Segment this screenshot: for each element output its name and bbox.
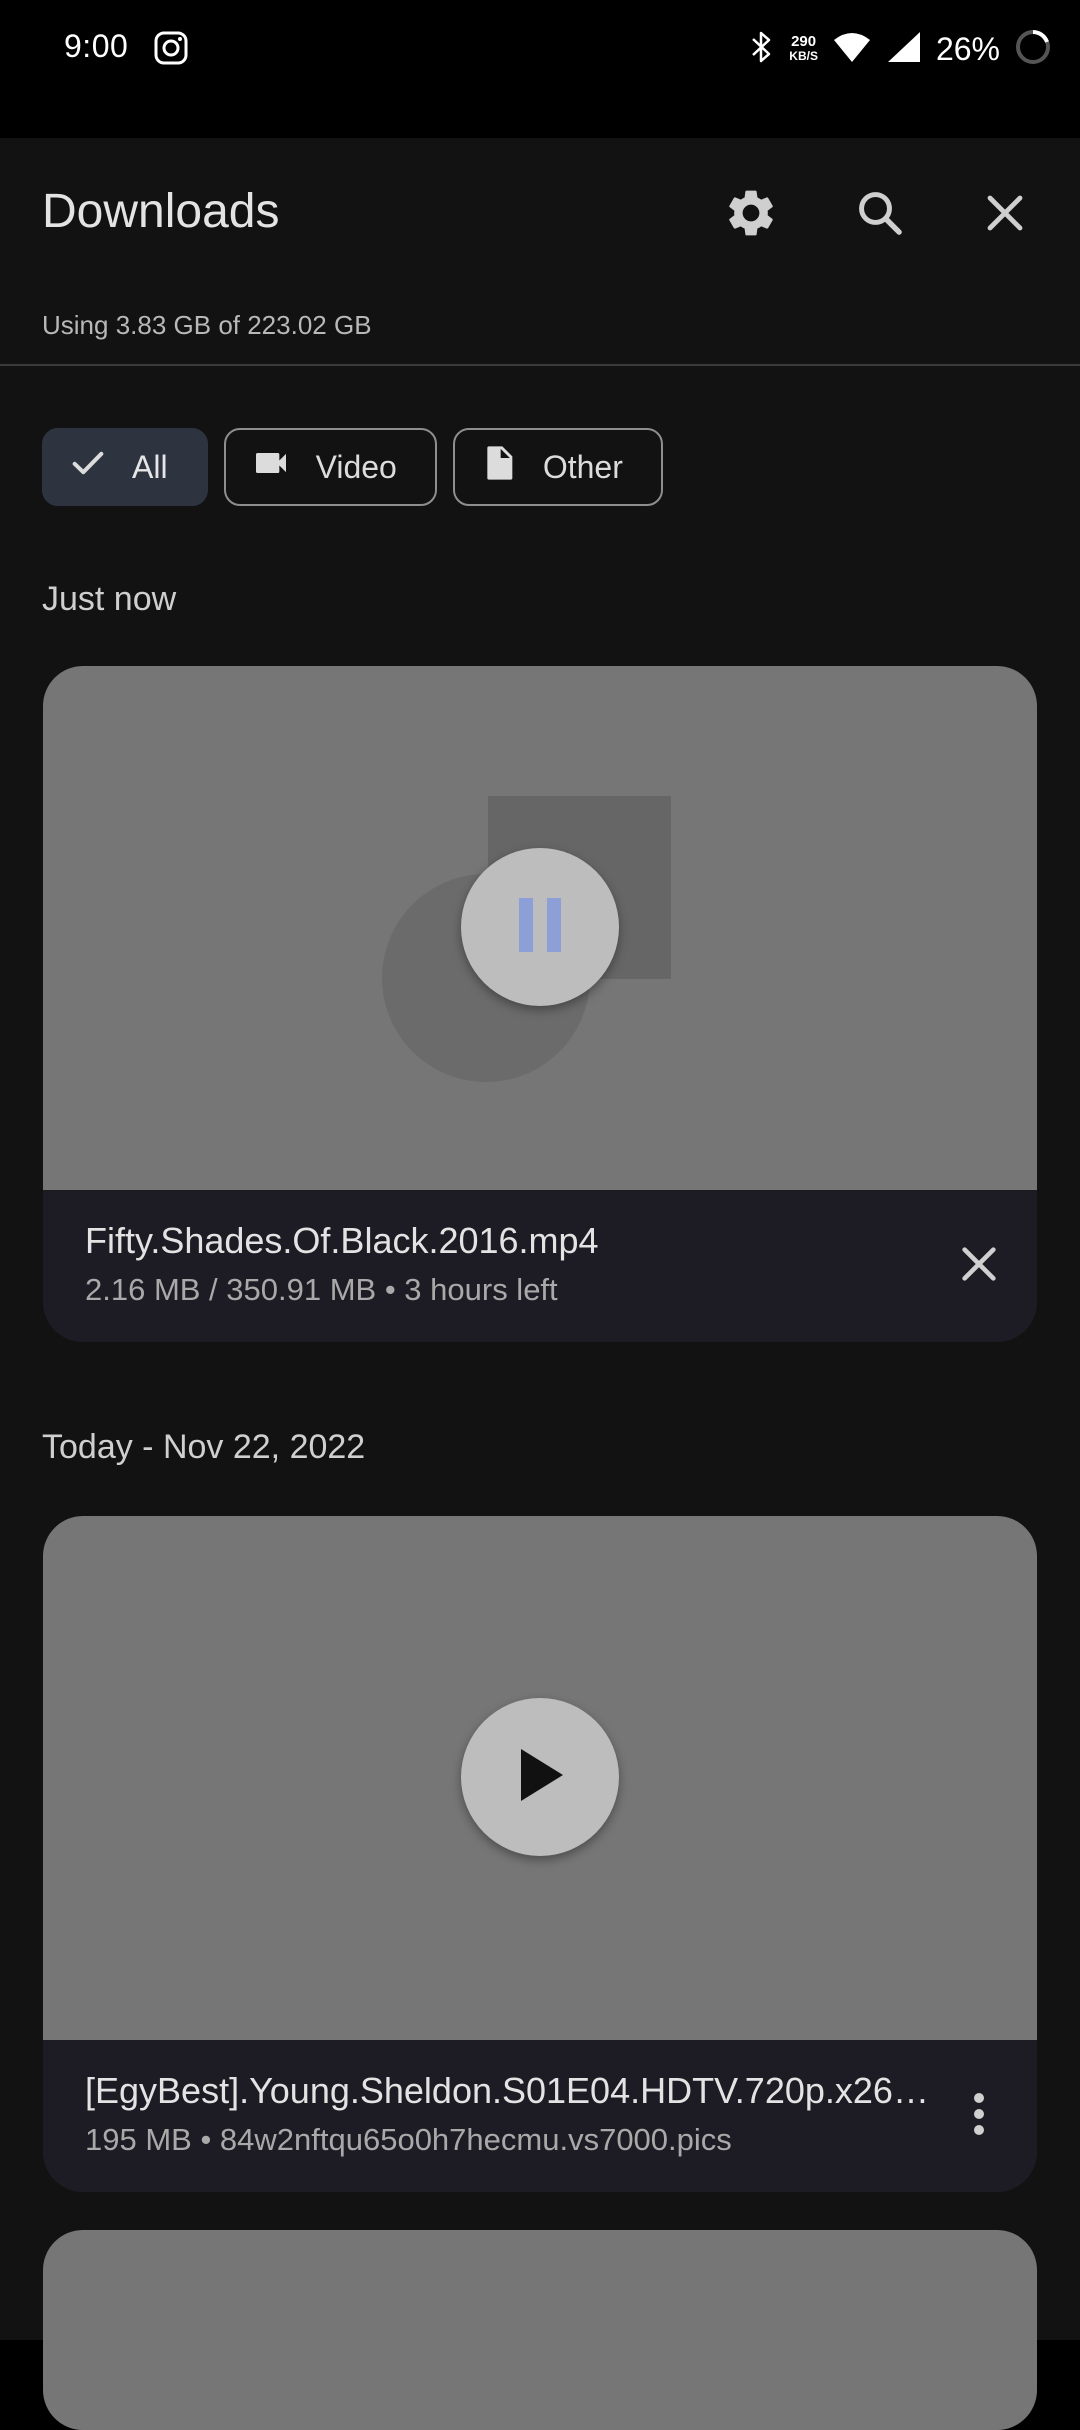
status-bar: 9:00 290 KB/S 26%	[0, 0, 1080, 138]
more-options-button[interactable]	[941, 2078, 1017, 2154]
divider	[0, 364, 1080, 366]
file-name: Fifty.Shades.Of.Black.2016.mp4	[85, 1220, 599, 1261]
status-icons: 290 KB/S 26%	[749, 24, 1052, 74]
video-thumbnail[interactable]	[43, 2230, 1037, 2430]
filter-chip-label: Video	[315, 448, 397, 485]
network-speed-unit: KB/S	[789, 49, 818, 63]
page-title: Downloads	[42, 185, 280, 238]
signal-icon	[886, 30, 922, 69]
close-icon	[956, 1241, 1002, 1292]
download-item[interactable]: Fifty.Shades.Of.Black.2016.mp4 2.16 MB /…	[43, 666, 1037, 1342]
instagram-icon	[153, 30, 189, 66]
network-speed-value: 290	[791, 33, 817, 50]
section-header: Just now	[42, 580, 177, 618]
videocam-icon	[250, 443, 292, 491]
download-progress-text: 2.16 MB / 350.91 MB • 3 hours left	[85, 1272, 558, 1307]
bluetooth-icon	[749, 30, 775, 69]
file-icon	[479, 441, 519, 493]
download-info: [EgyBest].Young.Sheldon.S01E04.HDTV.720p…	[43, 2040, 1037, 2192]
settings-button[interactable]	[716, 180, 786, 250]
close-icon	[981, 189, 1029, 242]
search-icon	[853, 186, 907, 245]
storage-usage: Using 3.83 GB of 223.02 GB	[42, 310, 372, 340]
status-time: 9:00	[64, 28, 129, 64]
download-item[interactable]	[43, 2230, 1037, 2430]
filter-chip-label: All	[132, 448, 168, 485]
filter-chip-video[interactable]: Video	[223, 428, 437, 506]
wifi-icon	[832, 30, 872, 69]
filter-chip-label: Other	[542, 448, 623, 485]
filter-chip-all[interactable]: All	[42, 428, 208, 506]
network-speed: 290 KB/S	[789, 34, 818, 64]
battery-percent: 26%	[935, 30, 1000, 67]
cancel-download-button[interactable]	[941, 1228, 1017, 1304]
section-header: Today - Nov 22, 2022	[42, 1428, 366, 1466]
more-vert-icon	[971, 2090, 987, 2143]
filter-chips: All Video Other	[42, 428, 663, 506]
file-name: [EgyBest].Young.Sheldon.S01E04.HDTV.720p…	[85, 2070, 945, 2111]
check-icon	[68, 443, 108, 491]
downloads-screen: Downloads Using 3.83 GB of 223.02 GB All…	[0, 138, 1080, 2430]
gear-icon	[723, 185, 779, 246]
download-item[interactable]: [EgyBest].Young.Sheldon.S01E04.HDTV.720p…	[43, 1516, 1037, 2192]
video-thumbnail[interactable]	[43, 1516, 1037, 2040]
play-button[interactable]	[461, 1698, 619, 1856]
pause-icon	[515, 896, 565, 959]
filter-chip-other[interactable]: Other	[452, 428, 663, 506]
video-thumbnail[interactable]	[43, 666, 1037, 1190]
download-details-text: 195 MB • 84w2nftqu65o0h7hecmu.vs7000.pic…	[85, 2122, 732, 2157]
pause-button[interactable]	[461, 848, 619, 1006]
search-button[interactable]	[845, 180, 915, 250]
download-info: Fifty.Shades.Of.Black.2016.mp4 2.16 MB /…	[43, 1190, 1037, 1342]
battery-icon	[1014, 28, 1052, 71]
play-icon	[515, 1747, 565, 1808]
close-button[interactable]	[970, 180, 1040, 250]
top-app-bar: Downloads	[0, 138, 1080, 278]
